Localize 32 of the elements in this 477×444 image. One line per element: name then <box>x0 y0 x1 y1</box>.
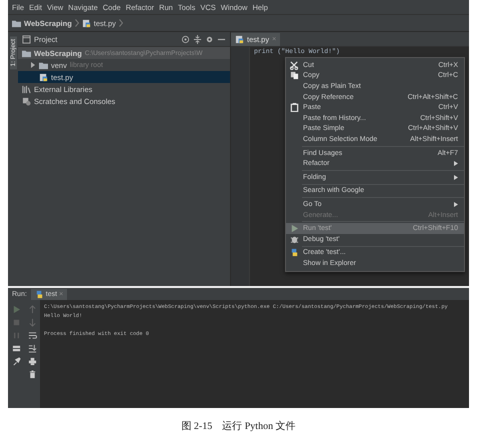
pin-icon <box>12 357 20 366</box>
play-icon <box>290 224 299 234</box>
python-icon <box>34 290 44 298</box>
scissors-icon <box>290 60 299 70</box>
settings-icon <box>205 34 214 44</box>
collapse-icon <box>193 34 202 44</box>
play-icon <box>12 305 20 314</box>
figure-caption: 图 2-15 运行 Python 文件 <box>180 420 297 434</box>
copy-icon <box>290 71 299 80</box>
project-panel-icon <box>22 34 31 44</box>
target-icon <box>181 34 190 44</box>
library-icon <box>22 84 31 94</box>
expand-arrow-icon[interactable] <box>30 62 36 68</box>
scratches-icon <box>22 96 31 106</box>
down-arrow-icon <box>28 318 36 327</box>
stop-icon <box>12 318 20 327</box>
chevron-icon <box>74 19 79 27</box>
clipboard-icon <box>290 103 299 112</box>
layout-icon <box>12 344 20 353</box>
chevron-icon <box>118 19 123 27</box>
python-file-icon <box>39 72 48 82</box>
pause-icon <box>12 331 20 340</box>
soft-wrap-icon <box>28 331 36 340</box>
up-arrow-icon <box>28 305 36 314</box>
folder-icon <box>12 18 21 28</box>
python-icon <box>290 248 299 258</box>
trash-icon <box>28 370 36 379</box>
python-file-icon <box>82 18 91 28</box>
python-file-icon <box>235 35 244 44</box>
bug-icon <box>290 234 299 244</box>
scroll-to-end-icon <box>28 344 36 353</box>
print-icon <box>28 357 36 366</box>
